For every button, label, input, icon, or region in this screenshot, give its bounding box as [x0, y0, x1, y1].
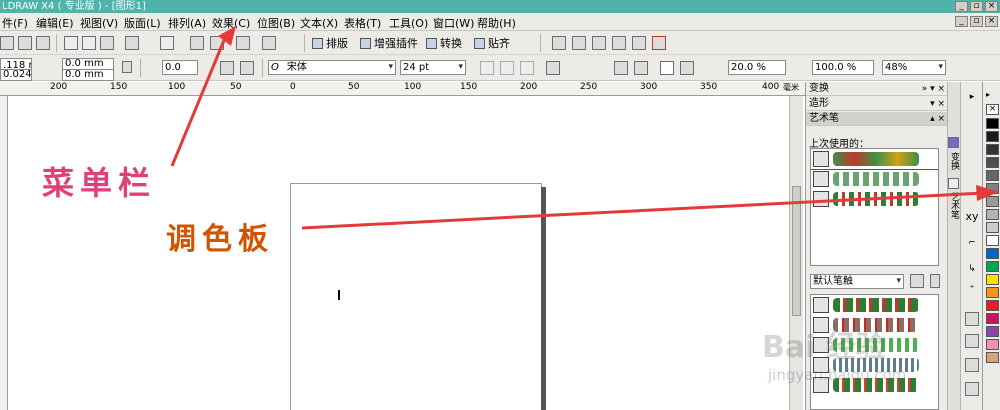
watermark-url: jingyan.baidu.com — [768, 366, 907, 384]
menu-arrowhead — [218, 26, 236, 46]
palette-arrowhead — [976, 185, 999, 201]
menu-arrow — [170, 37, 227, 167]
watermark-brand: Bai 经验 — [762, 330, 886, 365]
palette-annotation: 调色板 — [166, 222, 274, 257]
menu-bar-annotation: 菜单栏 — [42, 164, 157, 202]
palette-arrow — [301, 191, 985, 230]
